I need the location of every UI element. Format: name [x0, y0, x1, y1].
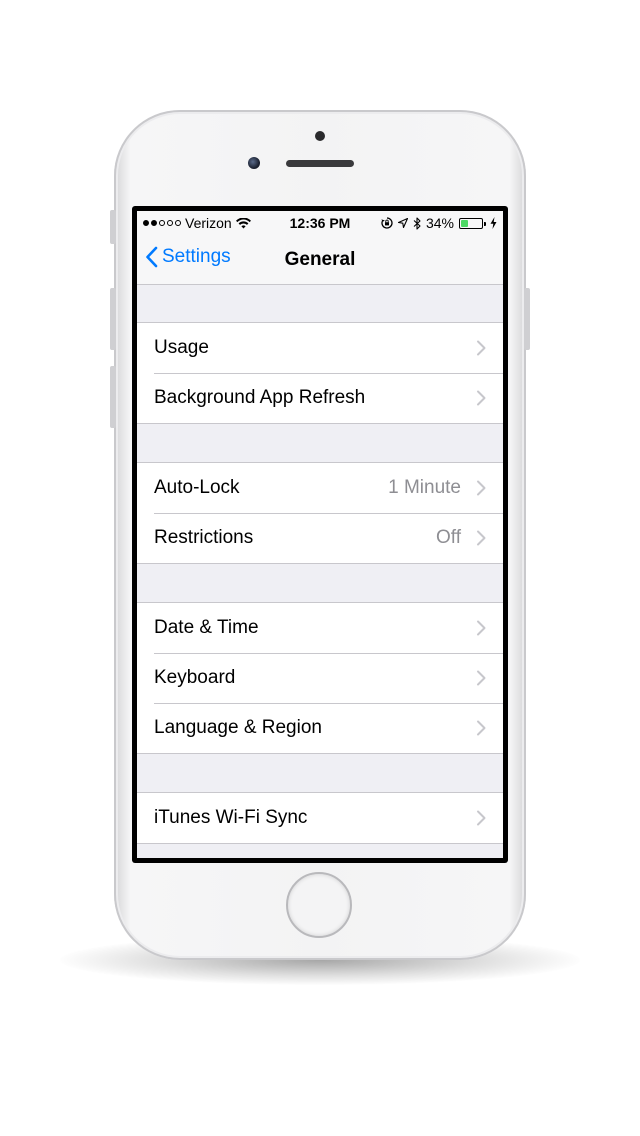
row-value: Off [436, 527, 461, 548]
settings-group: iTunes Wi-Fi Sync [137, 792, 503, 844]
front-camera [248, 157, 260, 169]
chevron-right-icon [476, 340, 486, 356]
navigation-bar: Settings General [137, 235, 503, 285]
battery-icon [459, 217, 486, 229]
settings-row[interactable]: Usage [137, 323, 503, 373]
row-label: Language & Region [154, 717, 322, 738]
settings-group: Usage Background App Refresh [137, 322, 503, 424]
location-icon [397, 218, 408, 228]
sleep-wake-button [524, 288, 530, 350]
chevron-right-icon [476, 530, 486, 546]
mute-switch [110, 210, 116, 244]
status-right: 34% [381, 215, 497, 231]
settings-group: Date & Time Keyboard Language & Region [137, 602, 503, 754]
row-label: Auto-Lock [154, 477, 240, 498]
bluetooth-icon [413, 216, 421, 230]
orientation-lock-icon [381, 217, 393, 229]
status-bar: Verizon 12:36 PM 34% [137, 211, 503, 235]
earpiece-speaker [286, 160, 354, 167]
chevron-right-icon [476, 390, 486, 406]
battery-level-fill [461, 219, 468, 227]
volume-down-button [110, 366, 116, 428]
proximity-sensor [315, 131, 325, 141]
chevron-right-icon [476, 480, 486, 496]
battery-tip [484, 221, 486, 226]
settings-row[interactable]: Background App Refresh [137, 373, 503, 423]
row-label: Background App Refresh [154, 387, 366, 408]
chevron-right-icon [476, 670, 486, 686]
settings-row[interactable]: Language & Region [137, 703, 503, 753]
settings-row[interactable]: Date & Time [137, 603, 503, 653]
row-label: iTunes Wi-Fi Sync [154, 807, 308, 828]
volume-up-button [110, 288, 116, 350]
settings-row[interactable]: Restrictions Off [137, 513, 503, 563]
screen: Verizon 12:36 PM 34% Settings General Us… [137, 211, 503, 858]
row-label: Restrictions [154, 527, 254, 548]
row-value: 1 Minute [388, 477, 461, 498]
settings-list: Usage Background App Refresh Auto-Lock 1 Mi… [137, 285, 503, 844]
battery-percent: 34% [425, 215, 454, 231]
row-label: Usage [154, 337, 209, 358]
row-label: Keyboard [154, 667, 236, 688]
row-label: Date & Time [154, 617, 259, 638]
charging-icon [490, 217, 497, 229]
device-mockup: Verizon 12:36 PM 34% Settings General Us… [0, 0, 640, 1136]
settings-group: Auto-Lock 1 Minute Restrictions Off [137, 462, 503, 564]
settings-row[interactable]: Keyboard [137, 653, 503, 703]
chevron-right-icon [476, 720, 486, 736]
home-button[interactable] [286, 872, 352, 938]
settings-row[interactable]: iTunes Wi-Fi Sync [137, 793, 503, 843]
settings-row[interactable]: Auto-Lock 1 Minute [137, 463, 503, 513]
chevron-right-icon [476, 620, 486, 636]
page-title: General [284, 249, 356, 270]
chevron-right-icon [476, 810, 486, 826]
